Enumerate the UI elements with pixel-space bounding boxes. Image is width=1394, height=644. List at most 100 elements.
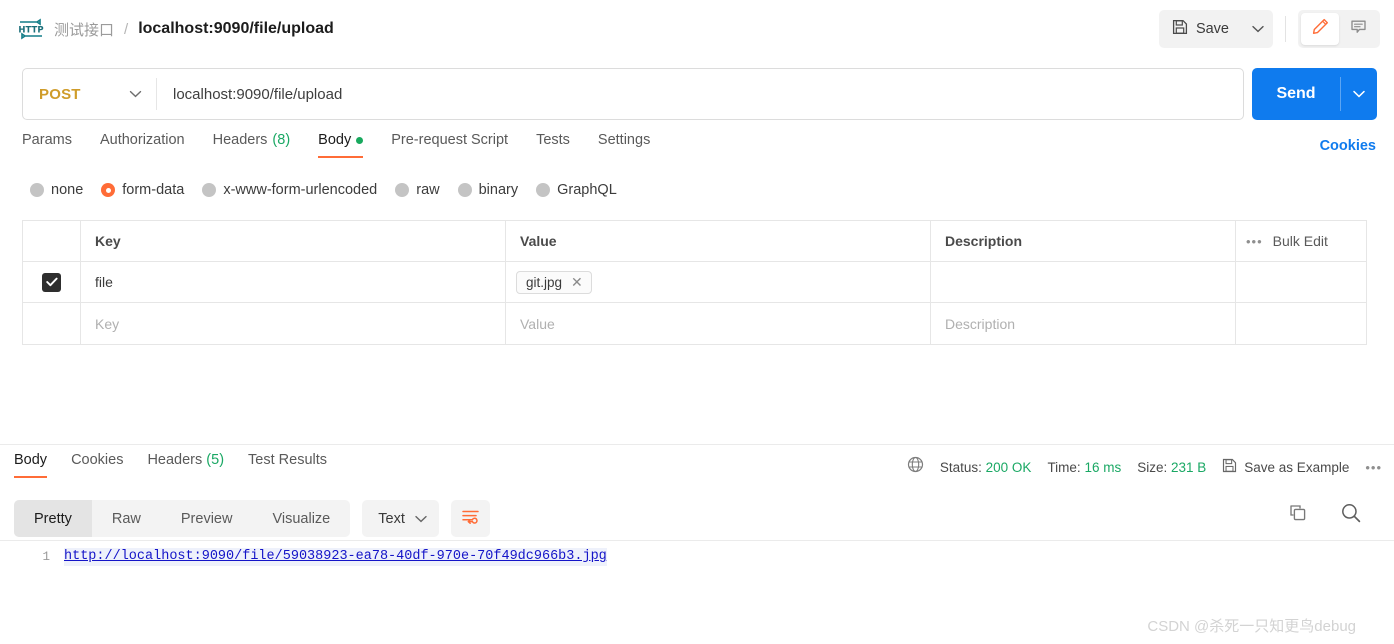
- comment-icon: [1349, 17, 1368, 41]
- tab-label: Headers: [212, 132, 268, 148]
- breadcrumb-separator: /: [124, 20, 129, 38]
- radio-form-data[interactable]: form-data: [101, 182, 184, 198]
- time-badge: Time: 16 ms: [1047, 460, 1121, 475]
- radio-graphql[interactable]: GraphQL: [536, 182, 617, 198]
- empty-row-description-cell[interactable]: Description: [931, 303, 1236, 344]
- form-data-table: Key Value Description ••• Bulk Edit file: [22, 220, 1367, 345]
- status-label: Status:: [939, 459, 982, 475]
- time-label: Time:: [1047, 459, 1081, 475]
- send-dropdown-caret[interactable]: [1341, 68, 1377, 120]
- request-url-input[interactable]: [157, 69, 1243, 119]
- file-chip[interactable]: git.jpg ✕: [516, 270, 592, 294]
- radio-label: x-www-form-urlencoded: [223, 182, 378, 198]
- file-chip-remove-icon[interactable]: ✕: [571, 275, 583, 289]
- radio-label: GraphQL: [557, 182, 617, 198]
- tab-authorization[interactable]: Authorization: [86, 132, 199, 158]
- size-value: 231 B: [1171, 459, 1207, 475]
- tab-headers[interactable]: Headers (8): [199, 132, 305, 158]
- radio-icon: [30, 183, 44, 197]
- http-method-selector[interactable]: POST: [23, 69, 156, 119]
- tab-params[interactable]: Params: [22, 132, 86, 158]
- comments-button[interactable]: [1339, 13, 1377, 45]
- status-badge: Status: 200 OK: [940, 460, 1032, 475]
- page-title: localhost:9090/file/upload: [138, 20, 334, 37]
- radio-label: raw: [416, 182, 440, 198]
- radio-raw[interactable]: raw: [395, 182, 440, 198]
- tab-pre-request-script[interactable]: Pre-request Script: [377, 132, 522, 158]
- empty-row-key-cell[interactable]: Key: [81, 303, 506, 344]
- save-dropdown-caret[interactable]: [1243, 10, 1273, 48]
- empty-row-value-cell[interactable]: Value: [506, 303, 931, 344]
- header-value-cell: Value: [506, 221, 931, 261]
- edit-mode-button[interactable]: [1301, 13, 1339, 45]
- search-icon[interactable]: [1340, 502, 1362, 524]
- bulk-edit-button[interactable]: Bulk Edit: [1273, 233, 1328, 249]
- floppy-disk-icon: [1222, 458, 1237, 476]
- cookies-link[interactable]: Cookies: [1320, 138, 1376, 154]
- watermark: CSDN @杀死一只知更鸟debug: [1147, 618, 1356, 635]
- floppy-disk-icon: [1172, 19, 1188, 39]
- empty-value-placeholder: Value: [520, 315, 555, 332]
- globe-icon: [907, 456, 924, 478]
- save-button-group: Save: [1158, 10, 1273, 48]
- response-section-divider: [0, 444, 1394, 445]
- tab-body[interactable]: Body: [304, 132, 377, 158]
- method-chevron-down-icon: [129, 90, 142, 98]
- response-view-segmented-control: Pretty Raw Preview Visualize: [14, 500, 351, 537]
- word-wrap-icon: [461, 508, 480, 530]
- response-tab-headers[interactable]: Headers (5): [135, 452, 236, 478]
- row-key-value: file: [95, 274, 113, 290]
- tab-tests[interactable]: Tests: [522, 132, 584, 158]
- table-header-row: Key Value Description ••• Bulk Edit: [23, 221, 1366, 262]
- radio-binary[interactable]: binary: [457, 182, 519, 198]
- tab-label: Authorization: [99, 132, 185, 148]
- response-more-options-icon[interactable]: •••: [1365, 460, 1382, 475]
- word-wrap-toggle[interactable]: [450, 500, 490, 537]
- header-description-cell: Description: [931, 221, 1236, 261]
- table-row-empty: Key Value Description: [23, 303, 1366, 344]
- radio-label: binary: [478, 182, 519, 198]
- response-tab-body[interactable]: Body: [14, 452, 59, 478]
- size-label: Size:: [1137, 459, 1168, 475]
- tab-label: Cookies: [71, 452, 124, 468]
- radio-none[interactable]: none: [30, 182, 83, 198]
- response-body-link[interactable]: http://localhost:9090/file/59038923-ea78…: [64, 548, 607, 566]
- row-description-cell[interactable]: [931, 262, 1236, 302]
- breadcrumb: HTTP 测试接口 / localhost:9090/file/upload: [18, 18, 1159, 40]
- save-as-example-label: Save as Example: [1244, 459, 1350, 475]
- request-url-bar: POST: [22, 68, 1244, 120]
- empty-row-actions-cell: [1236, 303, 1366, 344]
- radio-icon: [202, 183, 217, 197]
- view-raw-button[interactable]: Raw: [92, 500, 161, 537]
- line-number: 1: [42, 550, 50, 564]
- copy-icon[interactable]: [1288, 503, 1308, 523]
- column-header-description: Description: [945, 233, 1023, 249]
- save-button[interactable]: Save: [1159, 10, 1243, 48]
- tab-settings[interactable]: Settings: [584, 132, 664, 158]
- view-pretty-button[interactable]: Pretty: [14, 500, 92, 537]
- response-tab-cookies[interactable]: Cookies: [59, 452, 135, 478]
- row-key-cell[interactable]: file: [81, 262, 506, 302]
- radio-icon: [536, 183, 551, 197]
- view-preview-button[interactable]: Preview: [161, 500, 253, 537]
- top-actions: Save: [1158, 10, 1380, 48]
- tab-label: Settings: [597, 132, 651, 148]
- body-type-radio-group: none form-data x-www-form-urlencoded raw…: [30, 182, 617, 198]
- size-badge: Size: 231 B: [1137, 460, 1206, 475]
- chevron-down-icon: [415, 515, 427, 522]
- response-language-selector[interactable]: Text: [362, 500, 439, 537]
- view-mode-toggle: [1298, 10, 1380, 48]
- tab-label: Body: [14, 452, 48, 468]
- view-visualize-button[interactable]: Visualize: [252, 500, 350, 537]
- radio-x-www-form-urlencoded[interactable]: x-www-form-urlencoded: [202, 182, 377, 198]
- response-language-label: Text: [378, 510, 405, 527]
- row-checkbox-checked[interactable]: [42, 272, 61, 292]
- status-value: 200 OK: [985, 459, 1032, 475]
- save-as-example-button[interactable]: Save as Example: [1222, 458, 1349, 476]
- send-button[interactable]: Send: [1252, 68, 1340, 120]
- breadcrumb-collection[interactable]: 测试接口: [54, 19, 114, 40]
- response-tab-test-results[interactable]: Test Results: [236, 452, 339, 478]
- table-options-dots-icon[interactable]: •••: [1246, 234, 1263, 249]
- row-value-cell[interactable]: git.jpg ✕: [506, 262, 931, 302]
- request-tabs: Params Authorization Headers (8) Body Pr…: [22, 132, 1377, 168]
